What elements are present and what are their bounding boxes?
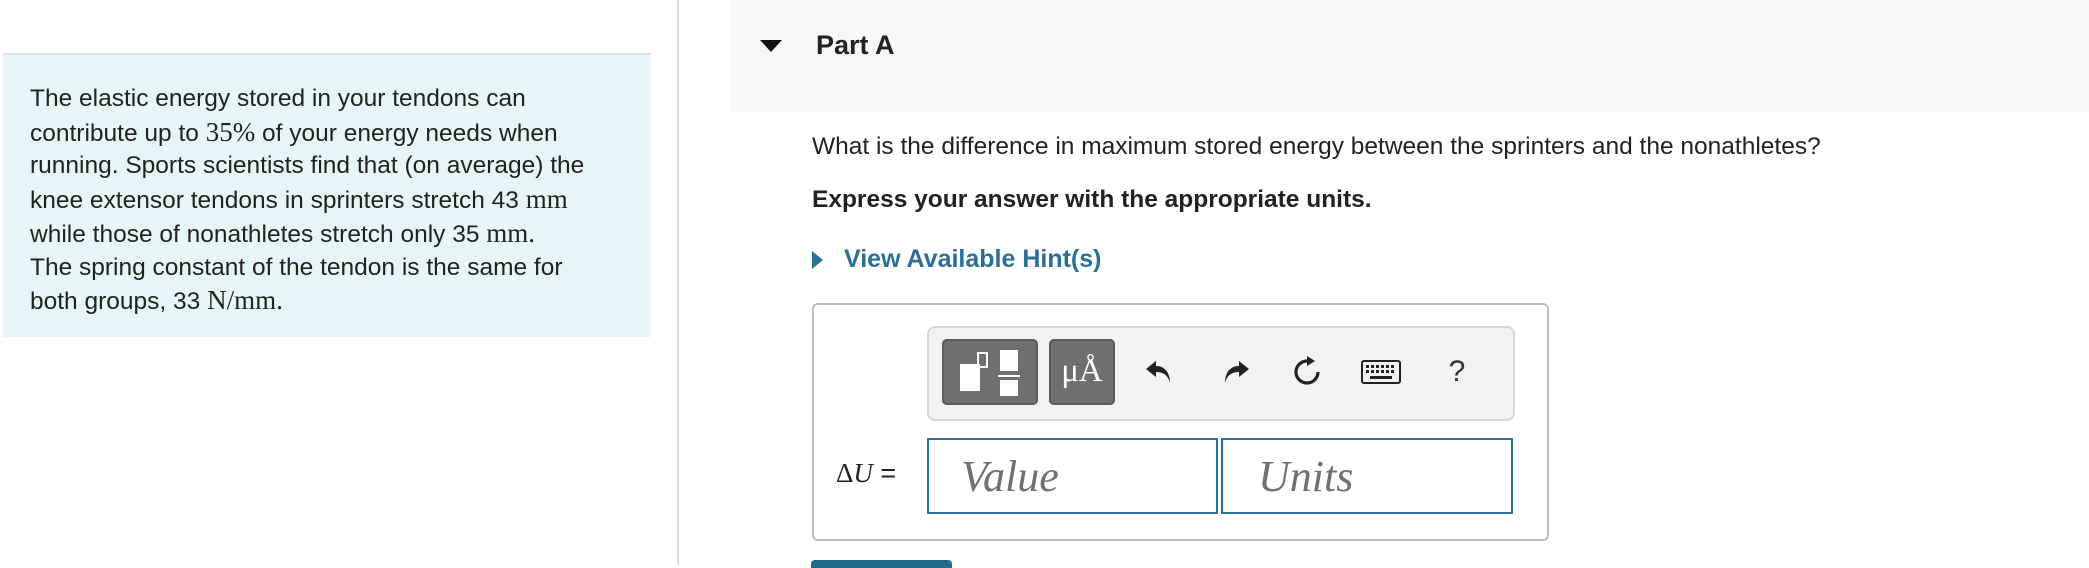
part-title[interactable]: Part A — [816, 30, 895, 61]
column-divider — [677, 0, 679, 565]
reset-button[interactable] — [1287, 348, 1327, 396]
problem-line-5: while those of nonathletes stretch only … — [30, 218, 536, 248]
caret-right-icon — [812, 250, 823, 269]
submit-button[interactable] — [811, 560, 952, 568]
problem-line-4: knee extensor tendons in sprinters stret… — [30, 183, 568, 214]
percent-value: 35% — [205, 116, 256, 147]
caret-down-icon[interactable] — [760, 40, 782, 52]
view-hints-link[interactable]: View Available Hint(s) — [812, 245, 1101, 274]
answer-variable-label: ΔU = — [836, 458, 897, 488]
problem-line-6: The spring constant of the tendon is the… — [30, 253, 563, 281]
question-text: What is the difference in maximum stored… — [812, 133, 1821, 160]
problem-statement: The elastic energy stored in your tendon… — [3, 53, 651, 337]
problem-line-1: The elastic energy stored in your tendon… — [30, 85, 526, 112]
redo-button[interactable] — [1216, 348, 1256, 396]
problem-line-3: running. Sports scientists find that (on… — [30, 152, 585, 179]
undo-button[interactable] — [1139, 348, 1179, 396]
value-input[interactable] — [927, 438, 1218, 514]
keyboard-button[interactable] — [1360, 348, 1402, 396]
fraction-template-button[interactable] — [942, 339, 1038, 405]
units-template-button[interactable]: μÅ — [1049, 339, 1115, 405]
keyboard-icon — [1361, 360, 1401, 384]
help-button[interactable]: ? — [1437, 348, 1477, 396]
undo-icon — [1146, 361, 1170, 383]
reset-icon — [1294, 356, 1320, 385]
redo-icon — [1225, 361, 1249, 383]
hint-label: View Available Hint(s) — [844, 245, 1102, 273]
units-template-icon: μÅ — [1061, 353, 1103, 389]
help-icon: ? — [1448, 355, 1466, 388]
problem-line-2: contribute up to 35% of your energy need… — [30, 116, 558, 147]
answer-instruction: Express your answer with the appropriate… — [812, 186, 1372, 213]
part-header[interactable] — [731, 0, 2089, 112]
problem-line-7: both groups, 33 N/mm. — [30, 285, 283, 315]
units-input[interactable] — [1221, 438, 1513, 514]
